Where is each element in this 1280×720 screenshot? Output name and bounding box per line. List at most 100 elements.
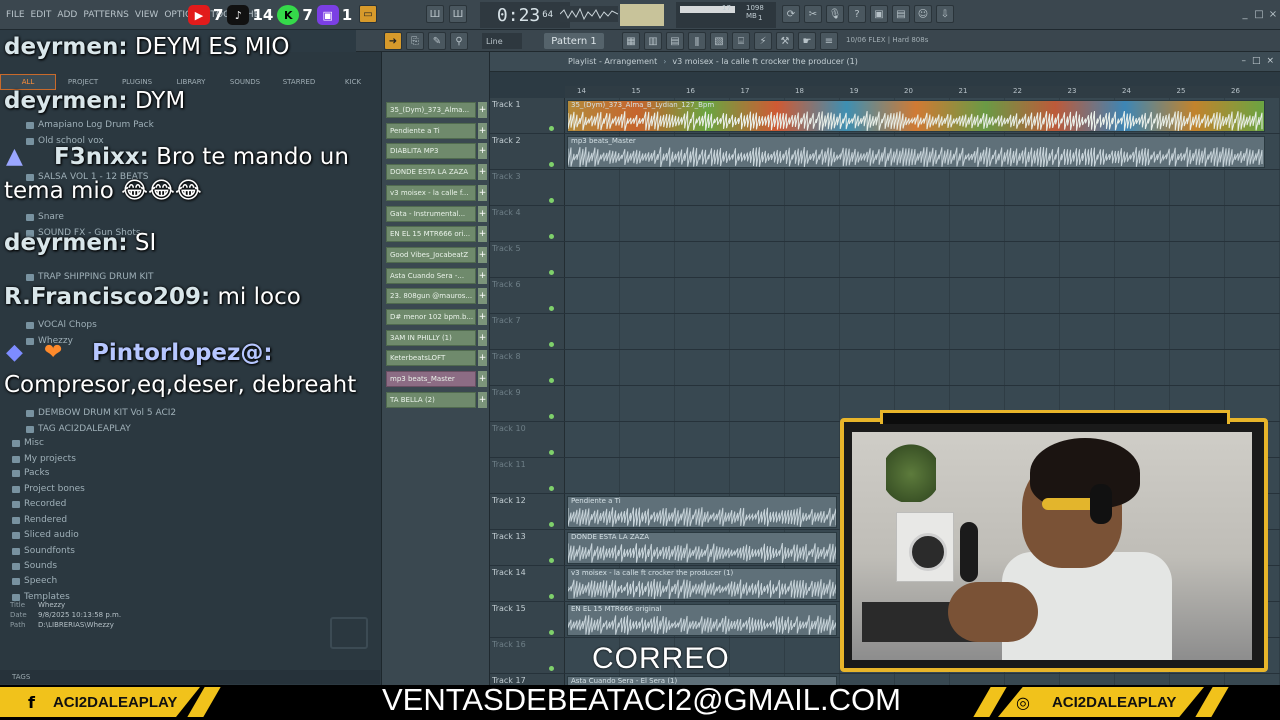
channel-add-icon[interactable]: +: [478, 143, 487, 160]
browser-tab[interactable]: SOUNDS: [218, 74, 272, 90]
track-mute-led[interactable]: [549, 306, 554, 311]
channel-button[interactable]: v3 moisex - la calle f...: [386, 184, 476, 201]
channel-button[interactable]: EN EL 15 MTR666 ori...: [386, 226, 476, 243]
track-mute-led[interactable]: [549, 414, 554, 419]
track-header[interactable]: Track 1: [492, 100, 521, 109]
channel-add-icon[interactable]: +: [478, 309, 487, 325]
browser-tab[interactable]: KICK: [326, 74, 380, 90]
channel-button[interactable]: mp3 beats_Master: [386, 371, 476, 388]
channel-button[interactable]: Gata - Instrumental...: [386, 205, 476, 222]
channel-add-icon[interactable]: +: [478, 329, 487, 346]
track-header[interactable]: Track 5: [492, 244, 521, 253]
cut-icon[interactable]: ✂: [804, 5, 822, 23]
mixer-icon[interactable]: ǁ: [688, 32, 706, 50]
close-icon[interactable]: ×: [1264, 5, 1280, 23]
plugin-icon[interactable]: ⌸: [732, 32, 750, 50]
channel-button[interactable]: DONDE ESTA LA ZAZA: [386, 164, 476, 181]
channel-button[interactable]: Pendiente a Ti: [386, 122, 476, 139]
menu-item[interactable]: PATTERNS: [83, 10, 129, 20]
channel-button[interactable]: 3AM IN PHILLY (1): [386, 329, 476, 346]
channel-rack-icon[interactable]: ▤: [666, 32, 684, 50]
record-pattern-icon[interactable]: ▭: [359, 5, 377, 23]
stamp-icon[interactable]: ⚲: [450, 32, 468, 50]
master-volume-meter[interactable]: [620, 4, 664, 26]
pattern-selector[interactable]: Pattern 1: [544, 33, 604, 49]
metronome-icon[interactable]: Ш: [449, 5, 467, 23]
browser-item[interactable]: Sliced audio: [12, 530, 79, 540]
track-mute-led[interactable]: [549, 234, 554, 239]
menu-item[interactable]: FILE: [6, 10, 25, 20]
track-header[interactable]: Track 12: [492, 496, 526, 505]
channel-add-icon[interactable]: +: [478, 184, 487, 201]
menu-item[interactable]: VIEW: [135, 10, 158, 20]
list-icon[interactable]: ≡: [820, 32, 838, 50]
browser-icon[interactable]: ▧: [710, 32, 728, 50]
browser-item[interactable]: Packs: [12, 468, 49, 478]
channel-add-icon[interactable]: +: [478, 205, 487, 222]
tools-icon[interactable]: ⚒: [776, 32, 794, 50]
track-mute-led[interactable]: [549, 378, 554, 383]
browser-item[interactable]: VOCAl Chops: [26, 320, 97, 330]
track-mute-led[interactable]: [549, 558, 554, 563]
mic-icon[interactable]: 🎙: [826, 5, 844, 23]
track-mute-led[interactable]: [549, 450, 554, 455]
track-header[interactable]: Track 6: [492, 280, 521, 289]
tags-bar[interactable]: TAGS: [0, 670, 380, 684]
undo-icon[interactable]: ⟳: [782, 5, 800, 23]
render-icon[interactable]: ▤: [892, 5, 910, 23]
audio-clip[interactable]: DONDE ESTA LA ZAZA: [567, 532, 837, 564]
arrow-icon[interactable]: ➜: [384, 32, 402, 50]
channel-add-icon[interactable]: +: [478, 102, 487, 118]
playlist-maximize-icon[interactable]: □: [1252, 56, 1261, 66]
channel-button[interactable]: Asta Cuando Sera -...: [386, 267, 476, 284]
channel-add-icon[interactable]: +: [478, 350, 487, 367]
browser-tab[interactable]: STARRED: [272, 74, 326, 90]
browser-item[interactable]: My projects: [12, 454, 76, 464]
browser-item[interactable]: Speech: [12, 576, 57, 586]
browser-item[interactable]: Project bones: [12, 484, 85, 494]
help-icon[interactable]: ?: [848, 5, 866, 23]
menu-item[interactable]: EDIT: [31, 10, 52, 20]
channel-add-icon[interactable]: +: [478, 267, 487, 284]
download-icon[interactable]: ⇩: [936, 5, 954, 23]
track-header[interactable]: Track 14: [492, 568, 526, 577]
track-header[interactable]: Track 7: [492, 316, 521, 325]
channel-button[interactable]: 23. 808gun @mauros...: [386, 288, 476, 305]
pencil-icon[interactable]: ✎: [428, 32, 446, 50]
save-icon[interactable]: ▣: [870, 5, 888, 23]
track-header[interactable]: Track 4: [492, 208, 521, 217]
track-mute-led[interactable]: [549, 198, 554, 203]
channel-button[interactable]: TA BELLA (2): [386, 391, 476, 408]
playlist-close-icon[interactable]: ×: [1266, 56, 1274, 66]
audio-clip[interactable]: v3 moisex - la calle ft crocker the prod…: [567, 568, 837, 600]
channel-add-icon[interactable]: +: [478, 371, 487, 388]
browser-item[interactable]: TRAP SHIPPING DRUM KIT: [26, 272, 154, 282]
playlist-icon[interactable]: ▦: [622, 32, 640, 50]
track-header[interactable]: Track 9: [492, 388, 521, 397]
channel-add-icon[interactable]: +: [478, 391, 487, 408]
browser-item[interactable]: Sounds: [12, 561, 57, 571]
audio-clip[interactable]: 35_(Dym)_373_Alma_B_Lydian_127_Bpm: [567, 100, 1265, 132]
piano-roll-icon[interactable]: ▥: [644, 32, 662, 50]
browser-item[interactable]: Soundfonts: [12, 546, 75, 556]
link-icon[interactable]: ⎘: [406, 32, 424, 50]
channel-button[interactable]: D# menor 102 bpm.b...: [386, 309, 476, 325]
track-header[interactable]: Track 11: [492, 460, 526, 469]
track-header[interactable]: Track 13: [492, 532, 526, 541]
track-mute-led[interactable]: [549, 630, 554, 635]
track-header[interactable]: Track 3: [492, 172, 521, 181]
channel-add-icon[interactable]: +: [478, 226, 487, 243]
track-mute-led[interactable]: [549, 666, 554, 671]
browser-item[interactable]: TAG ACI2DALEAPLAY: [26, 424, 131, 434]
audio-clip[interactable]: mp3 beats_Master: [567, 136, 1265, 168]
folder-add-icon[interactable]: [330, 617, 368, 649]
channel-add-icon[interactable]: +: [478, 288, 487, 305]
browser-item[interactable]: Rendered: [12, 515, 67, 525]
channel-button[interactable]: DIABLITA MP3: [386, 143, 476, 160]
channel-add-icon[interactable]: +: [478, 122, 487, 139]
snap-select[interactable]: Line: [482, 33, 522, 49]
track-header[interactable]: Track 10: [492, 424, 526, 433]
channel-button[interactable]: KeterbeatsLOFT: [386, 350, 476, 367]
audio-clip[interactable]: EN EL 15 MTR666 original: [567, 604, 837, 636]
audio-clip[interactable]: Pendiente a Ti: [567, 496, 837, 528]
